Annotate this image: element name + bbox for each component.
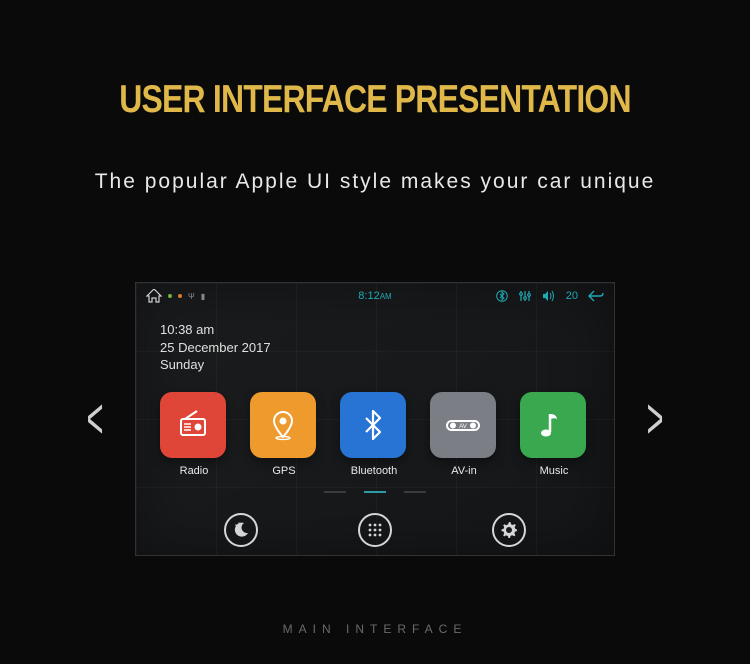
status-dot-green (168, 294, 172, 298)
apps-grid-button[interactable] (358, 513, 392, 547)
page-subtitle: The popular Apple UI style makes your ca… (0, 170, 750, 194)
day-text: Sunday (160, 356, 614, 374)
app-gps[interactable]: GPS (250, 392, 318, 477)
settings-button[interactable] (492, 513, 526, 547)
datetime-block: 10:38 am 25 December 2017 Sunday (136, 309, 614, 374)
status-time-value: 8:12 (358, 290, 379, 302)
page-dot[interactable] (364, 491, 386, 493)
music-icon (520, 392, 586, 458)
page-indicator (136, 491, 614, 493)
app-bluetooth[interactable]: Bluetooth (340, 392, 408, 477)
bt-status-icon[interactable] (496, 290, 508, 302)
time-text: 10:38 am (160, 321, 614, 339)
app-label: AV-in (430, 465, 498, 477)
avin-icon: AV (430, 392, 496, 458)
carousel: < Ψ ▮ 8:12AM (0, 282, 750, 556)
battery-icon: ▮ (201, 292, 205, 301)
date-text: 25 December 2017 (160, 339, 614, 357)
night-mode-button[interactable] (224, 513, 258, 547)
app-label: GPS (250, 465, 318, 477)
radio-icon (160, 392, 226, 458)
page-dot[interactable] (404, 491, 426, 493)
app-label: Music (520, 465, 588, 477)
footer-label: MAIN INTERFACE (0, 622, 750, 636)
status-time-ampm: AM (380, 292, 392, 301)
dock (136, 513, 614, 547)
status-time: 8:12AM (358, 290, 391, 302)
status-bar: Ψ ▮ 8:12AM 20 (136, 283, 614, 309)
bluetooth-icon (340, 392, 406, 458)
usb-icon: Ψ (188, 292, 195, 301)
app-music[interactable]: Music (520, 392, 588, 477)
prev-arrow[interactable]: < (87, 386, 104, 452)
back-icon[interactable] (588, 290, 604, 302)
equalizer-icon[interactable] (518, 290, 532, 302)
volume-value: 20 (566, 290, 578, 302)
page-dot[interactable] (324, 491, 346, 493)
app-radio[interactable]: Radio (160, 392, 228, 477)
volume-icon[interactable] (542, 290, 556, 302)
app-label: Radio (160, 465, 228, 477)
next-arrow[interactable]: > (647, 386, 664, 452)
app-avin[interactable]: AV AV-in (430, 392, 498, 477)
status-dot-orange (178, 294, 182, 298)
pin-icon (250, 392, 316, 458)
svg-text:AV: AV (459, 424, 467, 430)
app-row: Radio GPS Bluetooth AV AV-in (136, 374, 614, 477)
head-unit-screen: Ψ ▮ 8:12AM 20 (135, 282, 615, 556)
home-icon[interactable] (146, 289, 162, 303)
app-label: Bluetooth (340, 465, 408, 477)
page-title: USER INTERFACE PRESENTATION (68, 0, 683, 122)
